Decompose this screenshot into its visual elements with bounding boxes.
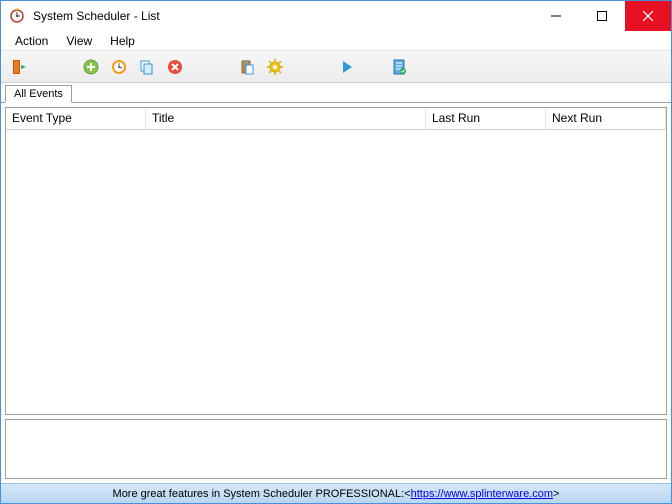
minimize-button[interactable] xyxy=(533,1,579,31)
settings-button[interactable] xyxy=(263,55,287,79)
status-link[interactable]: https://www.splinterware.com xyxy=(411,488,553,500)
column-title[interactable]: Title xyxy=(146,108,426,129)
app-icon xyxy=(9,8,25,24)
column-last-run[interactable]: Last Run xyxy=(426,108,546,129)
status-text: More great features in System Scheduler … xyxy=(113,488,405,500)
menu-action[interactable]: Action xyxy=(7,32,56,50)
delete-event-button[interactable] xyxy=(163,55,187,79)
menu-help[interactable]: Help xyxy=(102,32,143,50)
exit-button[interactable] xyxy=(7,55,31,79)
list-header: Event Type Title Last Run Next Run xyxy=(6,108,666,130)
tab-all-events[interactable]: All Events xyxy=(5,85,72,103)
column-event-type[interactable]: Event Type xyxy=(6,108,146,129)
content-area: Event Type Title Last Run Next Run xyxy=(1,103,671,483)
detail-panel xyxy=(5,419,667,479)
list-body[interactable] xyxy=(6,130,666,414)
titlebar: System Scheduler - List xyxy=(1,1,671,31)
toolbar xyxy=(1,51,671,83)
run-button[interactable] xyxy=(335,55,359,79)
column-next-run[interactable]: Next Run xyxy=(546,108,666,129)
copy-event-button[interactable] xyxy=(135,55,159,79)
edit-event-button[interactable] xyxy=(107,55,131,79)
paste-button[interactable] xyxy=(235,55,259,79)
window-title: System Scheduler - List xyxy=(33,9,533,23)
close-button[interactable] xyxy=(625,1,671,31)
window-controls xyxy=(533,1,671,31)
menu-view[interactable]: View xyxy=(58,32,100,50)
status-link-close: > xyxy=(553,488,559,500)
statusbar: More great features in System Scheduler … xyxy=(1,483,671,503)
add-event-button[interactable] xyxy=(79,55,103,79)
event-list[interactable]: Event Type Title Last Run Next Run xyxy=(5,107,667,415)
tabbar: All Events xyxy=(1,83,671,103)
maximize-button[interactable] xyxy=(579,1,625,31)
menubar: Action View Help xyxy=(1,31,671,51)
log-button[interactable] xyxy=(387,55,411,79)
